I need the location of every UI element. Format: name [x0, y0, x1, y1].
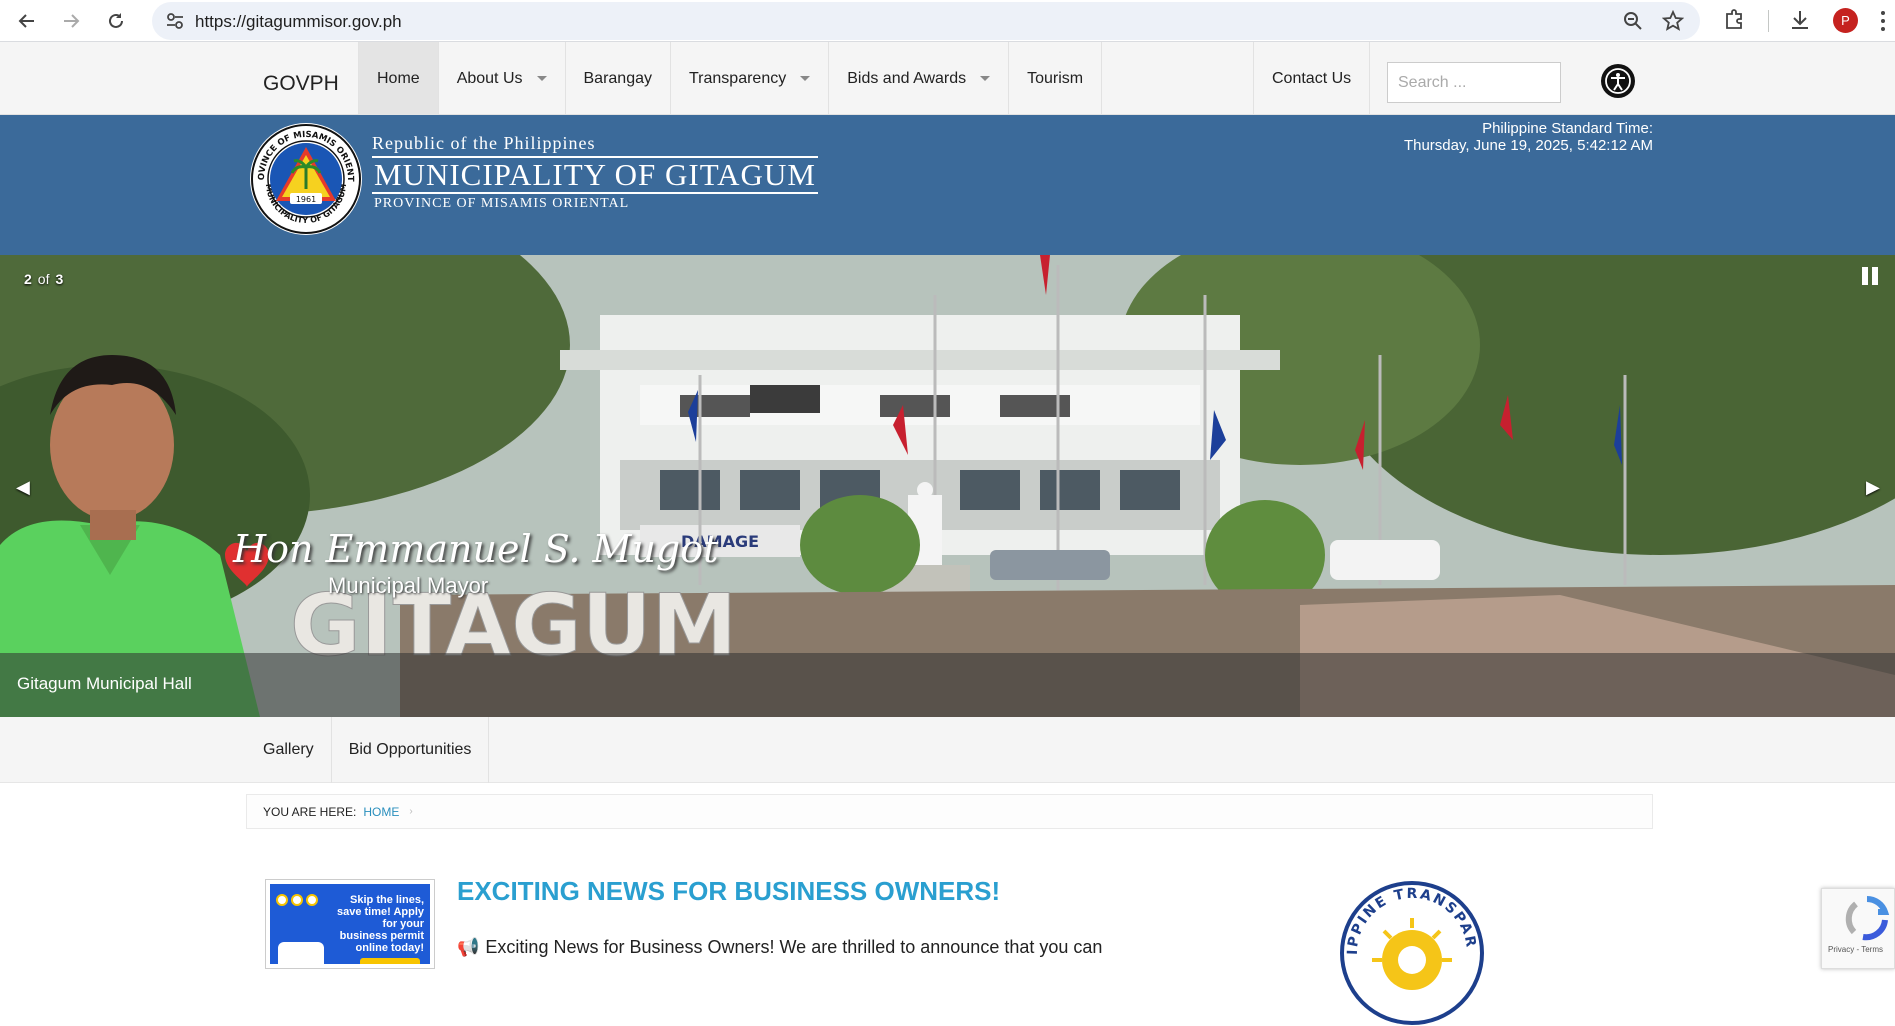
recaptcha-privacy-link[interactable]: Privacy [1828, 945, 1854, 954]
bookmark-star-icon[interactable] [1662, 10, 1684, 32]
nav-tourism[interactable]: Tourism [1009, 42, 1103, 115]
municipal-seal-logo[interactable]: PROVINCE OF MISAMIS ORIENTAL MUNICIPALIT… [248, 121, 364, 237]
forward-button[interactable] [56, 6, 86, 36]
nav-label: Transparency [689, 69, 787, 87]
browser-menu-button[interactable] [1876, 8, 1890, 34]
municipal-hall-photo: DAMAGE GITAGUM [0, 255, 1895, 717]
pst-label: Philippine Standard Time: [1482, 120, 1653, 137]
pst-value: Thursday, June 19, 2025, 5:42:12 AM [1403, 137, 1653, 154]
browser-toolbar: https://gitagummisor.gov.ph P [0, 0, 1895, 42]
slide-current: 2 [24, 271, 32, 287]
url-text: https://gitagummisor.gov.ph [195, 12, 402, 31]
reload-button[interactable] [101, 6, 131, 36]
municipality-name: Municipality of Gitagum [372, 156, 818, 194]
slide-total: 3 [55, 271, 64, 287]
back-button[interactable] [12, 6, 42, 36]
article-thumbnail[interactable]: Skip the lines, save time! Apply for you… [265, 879, 435, 969]
mayor-name: Hon Emmanuel S. Mugot [233, 527, 719, 571]
dropdown-caret-icon [536, 76, 547, 81]
zoom-icon[interactable] [1622, 10, 1644, 32]
thumbnail-button-graphic [360, 958, 420, 964]
nav-label: Bids and Awards [847, 69, 967, 87]
download-icon[interactable] [1788, 8, 1812, 32]
next-slide-arrow-icon[interactable]: ▶ [1866, 477, 1880, 498]
republic-line: Republic of the Philippines [372, 133, 596, 153]
megaphone-icon: 📢 [457, 937, 480, 957]
govph-brand-link[interactable]: GOVPH [263, 72, 339, 96]
recaptcha-icon [1845, 896, 1890, 941]
nav-transparency[interactable]: Transparency [671, 42, 830, 115]
philippine-standard-time: Philippine Standard Time: Thursday, June… [1404, 120, 1653, 154]
nav-label: Home [377, 69, 420, 87]
transparency-seal-logo[interactable]: PHILIPPINE TRANSPARENCY [1339, 880, 1485, 1026]
breadcrumb-home-link[interactable]: HOME [363, 805, 399, 819]
prev-slide-arrow-icon[interactable]: ◀ [16, 477, 30, 498]
article-lead-text: Exciting News for Business Owners! We ar… [485, 937, 1103, 957]
profile-avatar[interactable]: P [1833, 8, 1858, 33]
mayor-title: Municipal Mayor [328, 573, 489, 598]
toolbar-divider [1768, 10, 1769, 32]
nav-label: Tourism [1027, 69, 1084, 87]
article-lead: 📢 Exciting News for Business Owners! We a… [457, 937, 1102, 958]
nav-home[interactable]: Home [358, 42, 439, 115]
municipality-wordmark: Republic of the Philippines Municipality… [372, 133, 818, 212]
slide-of: of [37, 271, 50, 287]
back-arrow-icon [18, 14, 34, 28]
phone-graphic [278, 942, 324, 964]
svg-text:1961: 1961 [296, 195, 316, 204]
extensions-icon[interactable] [1722, 8, 1746, 32]
nav-label: About Us [456, 69, 523, 87]
header-banner: PROVINCE OF MISAMIS ORIENTAL MUNICIPALIT… [0, 115, 1895, 255]
nav-barangay[interactable]: Barangay [566, 42, 671, 115]
dropdown-caret-icon [800, 76, 811, 81]
recaptcha-links: Privacy - Terms [1828, 945, 1883, 954]
slide-caption: Gitagum Municipal Hall [17, 674, 192, 693]
subnav-bid-opportunities[interactable]: Bid Opportunities [332, 717, 490, 783]
nav-about-us[interactable]: About Us [439, 42, 566, 115]
nav-contact-us[interactable]: Contact Us [1253, 42, 1371, 115]
site-info-icon[interactable] [164, 10, 186, 32]
subnav-gallery[interactable]: Gallery [246, 717, 332, 783]
breadcrumb-separator: › [409, 806, 413, 817]
pause-slider-button[interactable] [1862, 267, 1878, 285]
forward-arrow-icon [64, 14, 80, 28]
recaptcha-badge[interactable]: Privacy - Terms [1821, 888, 1895, 969]
reload-icon [109, 13, 123, 28]
secondary-navigation: Gallery Bid Opportunities [0, 717, 1895, 783]
slide-caption-bar: Gitagum Municipal Hall [0, 653, 1895, 717]
thumbnail-text: Skip the lines, save time! Apply for you… [336, 894, 424, 954]
nav-label: Barangay [583, 69, 653, 87]
article-headline[interactable]: EXCITING NEWS FOR BUSINESS OWNERS! [457, 876, 1000, 907]
accessibility-button[interactable] [1601, 64, 1635, 98]
top-navigation: GOVPH Home About Us Barangay Transparency Bi… [0, 42, 1895, 115]
province-line: Province of Misamis Oriental [374, 196, 630, 211]
recaptcha-terms-link[interactable]: Terms [1861, 945, 1883, 954]
nav-bids-and-awards[interactable]: Bids and Awards [829, 42, 1010, 115]
accessibility-icon [1605, 68, 1631, 94]
breadcrumb: YOU ARE HERE: HOME › [246, 794, 1653, 829]
main-menu: Home About Us Barangay Transparency Bids and… [358, 42, 1103, 115]
slide-counter: 2 of 3 [24, 271, 63, 287]
hero-slider: DAMAGE GITAGUM 2 of 3 ◀ ▶ Hon Emmanuel S… [0, 255, 1895, 717]
dropdown-caret-icon [980, 76, 991, 81]
breadcrumb-label: YOU ARE HERE: [263, 804, 357, 819]
search-input[interactable] [1387, 62, 1561, 103]
address-bar[interactable]: https://gitagummisor.gov.ph [152, 2, 1700, 40]
